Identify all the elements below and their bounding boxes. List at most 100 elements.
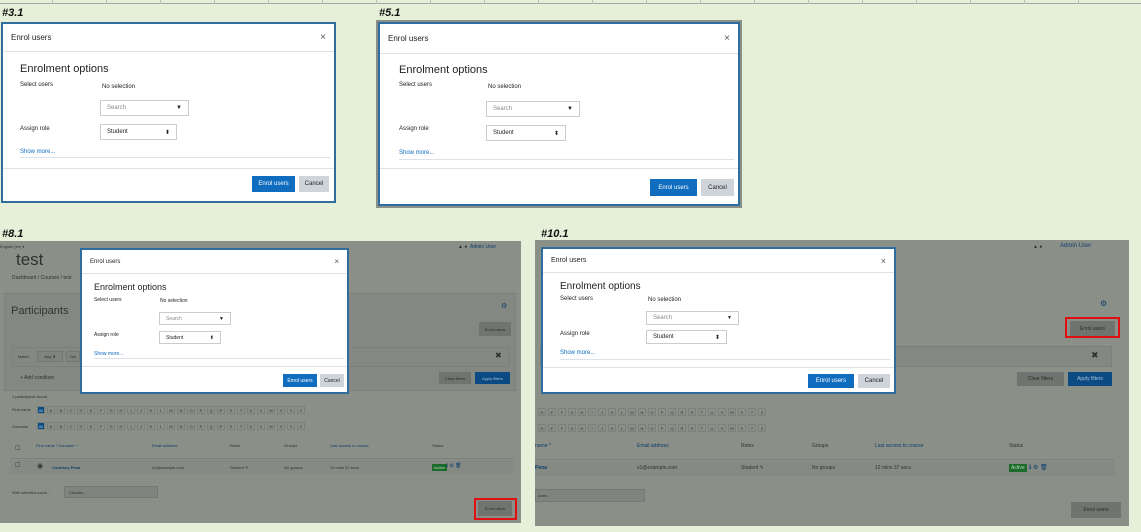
- clear-filters-button[interactable]: Clear filters: [1017, 372, 1064, 386]
- initial-letter-button[interactable]: F: [558, 408, 566, 416]
- assign-role-select[interactable]: Student ⬍: [646, 330, 727, 344]
- initial-letter-button[interactable]: W: [728, 424, 736, 432]
- surname-initials-bar[interactable]: DEFGHIJKLMNOPQRSTUVWXYZ: [538, 424, 766, 432]
- initial-letter-button[interactable]: L: [618, 408, 626, 416]
- participant-role[interactable]: Student ✎: [741, 465, 764, 471]
- bell-icon[interactable]: ▲ ●: [458, 244, 467, 250]
- email-column-header[interactable]: Email address: [637, 443, 669, 449]
- search-users-input[interactable]: Search ▼: [159, 312, 231, 325]
- initial-letter-button[interactable]: C: [67, 406, 75, 414]
- email-column-header[interactable]: Email address: [152, 443, 177, 448]
- initial-letter-button[interactable]: K: [608, 408, 616, 416]
- initial-letter-button[interactable]: I: [127, 406, 135, 414]
- bulk-action-select[interactable]: oose...: [535, 489, 645, 502]
- initial-letter-button[interactable]: N: [638, 424, 646, 432]
- cancel-button[interactable]: Cancel: [858, 374, 890, 388]
- initial-letter-button[interactable]: N: [638, 408, 646, 416]
- initial-letter-button[interactable]: J: [137, 406, 145, 414]
- initial-letter-button[interactable]: H: [578, 424, 586, 432]
- initial-letter-button[interactable]: Q: [668, 408, 676, 416]
- initial-letter-button[interactable]: U: [708, 408, 716, 416]
- initial-letter-button[interactable]: Z: [297, 422, 305, 430]
- initial-letter-button[interactable]: Z: [758, 408, 766, 416]
- initial-letter-button[interactable]: Q: [207, 406, 215, 414]
- initial-letter-button[interactable]: Y: [748, 424, 756, 432]
- initial-letter-button[interactable]: S: [688, 424, 696, 432]
- initial-letter-button[interactable]: L: [157, 406, 165, 414]
- close-icon[interactable]: ×: [334, 257, 339, 266]
- initial-letter-button[interactable]: P: [197, 422, 205, 430]
- close-icon[interactable]: ×: [320, 32, 326, 43]
- cancel-button[interactable]: Cancel: [299, 176, 329, 192]
- enrol-users-button[interactable]: Enrol users: [283, 374, 317, 387]
- initial-letter-button[interactable]: S: [688, 408, 696, 416]
- initial-letter-button[interactable]: X: [738, 424, 746, 432]
- initial-letter-button[interactable]: N: [177, 422, 185, 430]
- initial-letter-button[interactable]: H: [117, 422, 125, 430]
- initial-letter-button[interactable]: Z: [758, 424, 766, 432]
- initial-letter-button[interactable]: H: [117, 406, 125, 414]
- apply-filters-button[interactable]: Apply filters: [1068, 372, 1112, 386]
- name-column-header[interactable]: name ^: [535, 443, 551, 449]
- assign-role-select[interactable]: Student ⬍: [486, 125, 566, 141]
- gear-icon[interactable]: ⚙: [501, 302, 507, 310]
- initial-letter-button[interactable]: R: [217, 406, 225, 414]
- surname-initials-bar[interactable]: All A B C D E F G H I J K L M N O P Q R S T U V W X Y Z: [37, 422, 305, 430]
- enrol-users-button[interactable]: Enrol users: [650, 179, 697, 196]
- initial-letter-button[interactable]: Y: [287, 422, 295, 430]
- initial-letter-button[interactable]: K: [608, 424, 616, 432]
- initial-letter-button[interactable]: D: [538, 424, 546, 432]
- initial-letter-button[interactable]: E: [87, 422, 95, 430]
- initial-letter-button[interactable]: E: [548, 424, 556, 432]
- participant-name-link[interactable]: Pena: [535, 465, 547, 471]
- initial-letter-button[interactable]: I: [127, 422, 135, 430]
- initial-letter-button[interactable]: M: [167, 406, 175, 414]
- enrol-users-button[interactable]: Enrol users: [252, 176, 295, 192]
- initial-letter-button[interactable]: R: [678, 408, 686, 416]
- first-name-initials-bar[interactable]: All A B C D E F G H I J K L M N O P Q R S T U V W X Y Z: [37, 406, 305, 414]
- initial-letter-button[interactable]: L: [157, 422, 165, 430]
- initial-letter-button[interactable]: K: [147, 422, 155, 430]
- initial-letter-button[interactable]: Z: [297, 406, 305, 414]
- initial-letter-button[interactable]: P: [658, 424, 666, 432]
- cancel-button[interactable]: Cancel: [701, 179, 734, 196]
- initial-letter-button[interactable]: V: [718, 424, 726, 432]
- initial-letter-button[interactable]: E: [548, 408, 556, 416]
- admin-user-link[interactable]: Admin User: [1060, 243, 1091, 249]
- initial-letter-button[interactable]: C: [67, 422, 75, 430]
- search-users-input[interactable]: Search ▼: [100, 100, 189, 116]
- remove-filter-icon[interactable]: ✖: [1091, 350, 1099, 361]
- initial-letter-button[interactable]: O: [187, 422, 195, 430]
- initial-letter-button[interactable]: X: [738, 408, 746, 416]
- initial-letter-button[interactable]: X: [277, 422, 285, 430]
- info-icon[interactable]: ℹ ⚙ 🗑: [1029, 464, 1048, 471]
- initial-letter-button[interactable]: N: [177, 406, 185, 414]
- initial-letter-button[interactable]: O: [648, 424, 656, 432]
- remove-filter-icon[interactable]: ✖: [495, 351, 502, 360]
- initial-letter-button[interactable]: D: [77, 422, 85, 430]
- initial-letter-button[interactable]: W: [728, 408, 736, 416]
- initial-letter-button[interactable]: U: [708, 424, 716, 432]
- bell-icon[interactable]: ▲ ●: [1033, 244, 1042, 250]
- initial-letter-button[interactable]: X: [277, 406, 285, 414]
- clear-filters-button[interactable]: Clear filters: [439, 372, 471, 384]
- enrol-users-button-bg[interactable]: Enrol users: [479, 322, 511, 336]
- initial-letter-button[interactable]: G: [568, 408, 576, 416]
- initial-letter-button[interactable]: T: [237, 422, 245, 430]
- initial-letter-button[interactable]: S: [227, 406, 235, 414]
- initial-letter-button[interactable]: M: [167, 422, 175, 430]
- initial-letter-button[interactable]: T: [698, 424, 706, 432]
- initial-letter-button[interactable]: D: [538, 408, 546, 416]
- participant-name-link[interactable]: Courtney Pena: [52, 465, 80, 470]
- info-icon[interactable]: ℹ ⚙ 🗑: [446, 463, 462, 469]
- last-access-column-header[interactable]: Last access to course: [875, 443, 923, 449]
- initial-letter-button[interactable]: I: [588, 408, 596, 416]
- initial-letter-button[interactable]: P: [658, 408, 666, 416]
- initial-letter-button[interactable]: V: [718, 408, 726, 416]
- admin-user-link[interactable]: Admin User: [470, 244, 496, 250]
- enrol-users-button[interactable]: Enrol users: [808, 374, 854, 388]
- initial-letter-button[interactable]: L: [618, 424, 626, 432]
- initial-letter-button[interactable]: G: [107, 422, 115, 430]
- initial-letter-button[interactable]: A: [47, 422, 55, 430]
- initial-letter-button[interactable]: E: [87, 406, 95, 414]
